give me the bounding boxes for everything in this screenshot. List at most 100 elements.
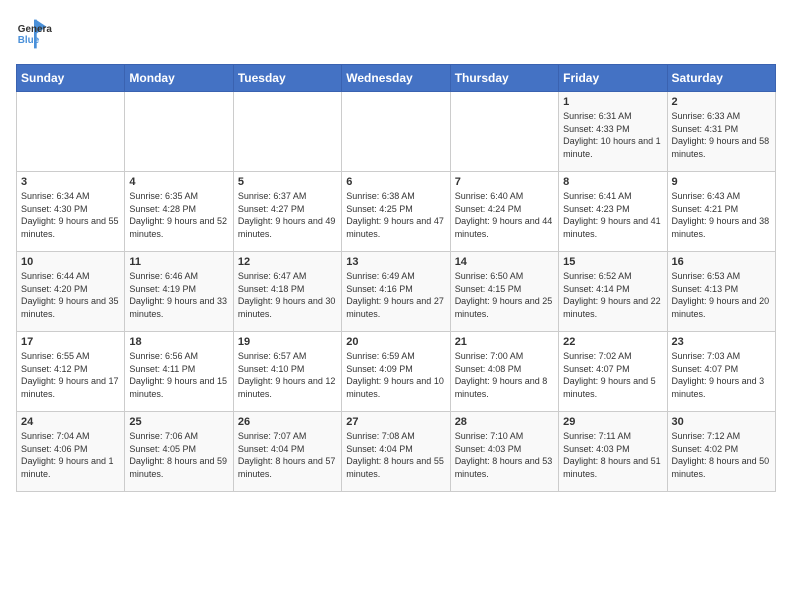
calendar-cell: 9 Sunrise: 6:43 AM Sunset: 4:21 PM Daylig… xyxy=(667,172,775,252)
day-info: Sunrise: 6:43 AM Sunset: 4:21 PM Dayligh… xyxy=(672,190,771,240)
calendar-cell xyxy=(342,92,450,172)
calendar-cell: 29Sunrise: 7:11 AM Sunset: 4:03 PM Dayli… xyxy=(559,412,667,492)
column-header-sunday: Sunday xyxy=(17,65,125,92)
day-info: Sunrise: 6:53 AM Sunset: 4:13 PM Dayligh… xyxy=(672,270,771,320)
calendar-cell: 5 Sunrise: 6:37 AM Sunset: 4:27 PM Daylig… xyxy=(233,172,341,252)
calendar-cell: 21 Sunrise: 7:00 AM Sunset: 4:08 PM Dayli… xyxy=(450,332,558,412)
calendar-cell: 7 Sunrise: 6:40 AM Sunset: 4:24 PM Daylig… xyxy=(450,172,558,252)
day-info: Sunrise: 6:40 AM Sunset: 4:24 PM Dayligh… xyxy=(455,190,554,240)
calendar-cell: 30 Sunrise: 7:12 AM Sunset: 4:02 PM Dayli… xyxy=(667,412,775,492)
calendar-cell: 26 Sunrise: 7:07 AM Sunset: 4:04 PM Dayli… xyxy=(233,412,341,492)
calendar-cell: 13 Sunrise: 6:49 AM Sunset: 4:16 PM Dayli… xyxy=(342,252,450,332)
column-header-thursday: Thursday xyxy=(450,65,558,92)
day-number: 19 xyxy=(238,336,337,348)
calendar-cell xyxy=(450,92,558,172)
day-info: Sunrise: 7:02 AM Sunset: 4:07 PM Dayligh… xyxy=(563,350,662,400)
day-info: Sunrise: 6:37 AM Sunset: 4:27 PM Dayligh… xyxy=(238,190,337,240)
day-number: 24 xyxy=(21,416,120,428)
calendar-week-2: 3 Sunrise: 6:34 AM Sunset: 4:30 PM Daylig… xyxy=(17,172,776,252)
day-number: 12 xyxy=(238,256,337,268)
day-info: Sunrise: 7:12 AM Sunset: 4:02 PM Dayligh… xyxy=(672,430,771,480)
day-info: Sunrise: 6:35 AM Sunset: 4:28 PM Dayligh… xyxy=(129,190,228,240)
day-number: 5 xyxy=(238,176,337,188)
calendar-cell: 27 Sunrise: 7:08 AM Sunset: 4:04 PM Dayli… xyxy=(342,412,450,492)
calendar-cell: 17Sunrise: 6:55 AM Sunset: 4:12 PM Dayli… xyxy=(17,332,125,412)
day-number: 8 xyxy=(563,176,662,188)
day-number: 30 xyxy=(672,416,771,428)
day-info: Sunrise: 7:10 AM Sunset: 4:03 PM Dayligh… xyxy=(455,430,554,480)
day-info: Sunrise: 6:46 AM Sunset: 4:19 PM Dayligh… xyxy=(129,270,228,320)
calendar-cell: 16 Sunrise: 6:53 AM Sunset: 4:13 PM Dayli… xyxy=(667,252,775,332)
day-number: 6 xyxy=(346,176,445,188)
day-info: Sunrise: 6:59 AM Sunset: 4:09 PM Dayligh… xyxy=(346,350,445,400)
day-number: 26 xyxy=(238,416,337,428)
calendar-cell: 12 Sunrise: 6:47 AM Sunset: 4:18 PM Dayli… xyxy=(233,252,341,332)
calendar-cell: 2 Sunrise: 6:33 AM Sunset: 4:31 PM Daylig… xyxy=(667,92,775,172)
day-number: 25 xyxy=(129,416,228,428)
day-info: Sunrise: 6:47 AM Sunset: 4:18 PM Dayligh… xyxy=(238,270,337,320)
day-info: Sunrise: 7:07 AM Sunset: 4:04 PM Dayligh… xyxy=(238,430,337,480)
day-number: 1 xyxy=(563,96,662,108)
calendar-cell: 15 Sunrise: 6:52 AM Sunset: 4:14 PM Dayli… xyxy=(559,252,667,332)
day-number: 22 xyxy=(563,336,662,348)
calendar-cell: 22 Sunrise: 7:02 AM Sunset: 4:07 PM Dayli… xyxy=(559,332,667,412)
calendar-cell xyxy=(125,92,233,172)
day-info: Sunrise: 6:41 AM Sunset: 4:23 PM Dayligh… xyxy=(563,190,662,240)
calendar-cell: 4 Sunrise: 6:35 AM Sunset: 4:28 PM Daylig… xyxy=(125,172,233,252)
day-info: Sunrise: 7:00 AM Sunset: 4:08 PM Dayligh… xyxy=(455,350,554,400)
day-number: 10 xyxy=(21,256,120,268)
day-number: 4 xyxy=(129,176,228,188)
day-number: 7 xyxy=(455,176,554,188)
day-number: 3 xyxy=(21,176,120,188)
day-number: 29 xyxy=(563,416,662,428)
day-number: 2 xyxy=(672,96,771,108)
day-number: 9 xyxy=(672,176,771,188)
day-number: 16 xyxy=(672,256,771,268)
day-info: Sunrise: 6:57 AM Sunset: 4:10 PM Dayligh… xyxy=(238,350,337,400)
day-number: 15 xyxy=(563,256,662,268)
logo: GeneralBlue xyxy=(16,16,52,52)
day-number: 14 xyxy=(455,256,554,268)
day-info: Sunrise: 7:03 AM Sunset: 4:07 PM Dayligh… xyxy=(672,350,771,400)
calendar-cell: 19 Sunrise: 6:57 AM Sunset: 4:10 PM Dayli… xyxy=(233,332,341,412)
day-info: Sunrise: 7:06 AM Sunset: 4:05 PM Dayligh… xyxy=(129,430,228,480)
svg-text:General: General xyxy=(18,24,52,35)
day-info: Sunrise: 6:33 AM Sunset: 4:31 PM Dayligh… xyxy=(672,110,771,160)
day-info: Sunrise: 6:49 AM Sunset: 4:16 PM Dayligh… xyxy=(346,270,445,320)
day-info: Sunrise: 7:08 AM Sunset: 4:04 PM Dayligh… xyxy=(346,430,445,480)
calendar-cell: 3 Sunrise: 6:34 AM Sunset: 4:30 PM Daylig… xyxy=(17,172,125,252)
calendar-cell: 14 Sunrise: 6:50 AM Sunset: 4:15 PM Dayli… xyxy=(450,252,558,332)
calendar-cell: 28 Sunrise: 7:10 AM Sunset: 4:03 PM Dayli… xyxy=(450,412,558,492)
calendar-week-5: 24Sunrise: 7:04 AM Sunset: 4:06 PM Dayli… xyxy=(17,412,776,492)
calendar-cell: 1 Sunrise: 6:31 AM Sunset: 4:33 PM Daylig… xyxy=(559,92,667,172)
calendar-week-4: 17Sunrise: 6:55 AM Sunset: 4:12 PM Dayli… xyxy=(17,332,776,412)
day-info: Sunrise: 6:34 AM Sunset: 4:30 PM Dayligh… xyxy=(21,190,120,240)
day-number: 28 xyxy=(455,416,554,428)
day-info: Sunrise: 6:44 AM Sunset: 4:20 PM Dayligh… xyxy=(21,270,120,320)
day-number: 21 xyxy=(455,336,554,348)
day-number: 23 xyxy=(672,336,771,348)
logo-icon: GeneralBlue xyxy=(16,16,52,52)
day-info: Sunrise: 6:50 AM Sunset: 4:15 PM Dayligh… xyxy=(455,270,554,320)
column-header-wednesday: Wednesday xyxy=(342,65,450,92)
calendar-header-row: SundayMondayTuesdayWednesdayThursdayFrid… xyxy=(17,65,776,92)
calendar-cell: 20 Sunrise: 6:59 AM Sunset: 4:09 PM Dayli… xyxy=(342,332,450,412)
calendar-week-3: 10 Sunrise: 6:44 AM Sunset: 4:20 PM Dayli… xyxy=(17,252,776,332)
calendar-cell: 11Sunrise: 6:46 AM Sunset: 4:19 PM Dayli… xyxy=(125,252,233,332)
svg-text:Blue: Blue xyxy=(18,35,40,46)
calendar-cell: 8 Sunrise: 6:41 AM Sunset: 4:23 PM Daylig… xyxy=(559,172,667,252)
day-info: Sunrise: 6:38 AM Sunset: 4:25 PM Dayligh… xyxy=(346,190,445,240)
page-header: GeneralBlue xyxy=(16,16,776,52)
calendar-cell xyxy=(233,92,341,172)
day-number: 18 xyxy=(129,336,228,348)
calendar-table: SundayMondayTuesdayWednesdayThursdayFrid… xyxy=(16,64,776,492)
calendar-cell xyxy=(17,92,125,172)
calendar-cell: 10 Sunrise: 6:44 AM Sunset: 4:20 PM Dayli… xyxy=(17,252,125,332)
day-number: 20 xyxy=(346,336,445,348)
day-info: Sunrise: 6:52 AM Sunset: 4:14 PM Dayligh… xyxy=(563,270,662,320)
column-header-friday: Friday xyxy=(559,65,667,92)
day-number: 13 xyxy=(346,256,445,268)
day-info: Sunrise: 6:31 AM Sunset: 4:33 PM Dayligh… xyxy=(563,110,662,160)
day-number: 27 xyxy=(346,416,445,428)
day-info: Sunrise: 6:55 AM Sunset: 4:12 PM Dayligh… xyxy=(21,350,120,400)
